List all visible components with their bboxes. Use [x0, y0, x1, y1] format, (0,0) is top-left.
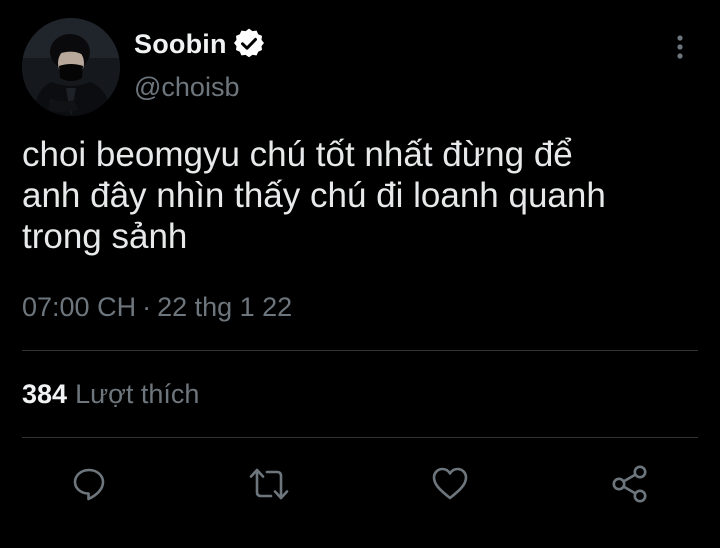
tweet-time[interactable]: 07:00 CH	[22, 292, 136, 322]
reply-icon	[73, 468, 105, 501]
verified-badge-icon	[233, 28, 265, 60]
avatar[interactable]	[22, 18, 120, 116]
tweet-text-line: trong sảnh	[22, 217, 188, 256]
retweet-icon	[249, 468, 289, 500]
retweet-button[interactable]	[247, 462, 291, 506]
author-name-row[interactable]: Soobin	[134, 27, 265, 61]
likes-count[interactable]: 384	[22, 379, 67, 409]
reply-button[interactable]	[67, 462, 111, 506]
like-button[interactable]	[428, 462, 472, 506]
tweet-text-line: choi beomgyu chú tốt nhất đừng để	[22, 135, 573, 174]
tweet-text: choi beomgyu chú tốt nhất đừng để anh đâ…	[22, 134, 702, 257]
share-icon	[612, 465, 647, 503]
share-button[interactable]	[608, 462, 652, 506]
tweet-timestamp[interactable]: 07:00 CH · 22 thg 1 22	[22, 292, 292, 323]
likes-summary[interactable]: 384 Lượt thích	[22, 379, 199, 410]
tweet-text-line: anh đây nhìn thấy chú đi loanh quanh	[22, 176, 606, 215]
likes-label[interactable]: Lượt thích	[75, 379, 199, 409]
divider	[22, 350, 698, 351]
meta-separator: ·	[142, 292, 152, 322]
tweet-date[interactable]: 22 thg 1 22	[157, 292, 292, 322]
author-handle[interactable]: @choisb	[134, 72, 239, 103]
display-name[interactable]: Soobin	[134, 29, 227, 60]
divider	[22, 437, 698, 438]
profile-photo	[22, 18, 120, 116]
more-options-icon[interactable]	[668, 33, 692, 63]
heart-icon	[432, 467, 468, 500]
